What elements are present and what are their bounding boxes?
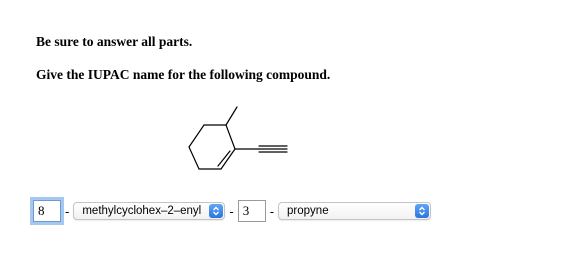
parent-chain-select-value: propyne (287, 205, 329, 217)
hyphen-separator: - (269, 203, 275, 219)
parent-chain-select[interactable]: propyne (278, 202, 432, 220)
hyphen-separator: - (65, 203, 70, 219)
chemical-structure-image (188, 106, 288, 170)
answer-row: - methylcyclohex–2–enyl - - propyne (33, 200, 432, 222)
substituent-select[interactable]: methylcyclohex–2–enyl (73, 202, 226, 220)
locant-input-2[interactable] (237, 200, 266, 222)
up-down-chevron-icon (415, 204, 430, 218)
substituent-select-value: methylcyclohex–2–enyl (82, 205, 202, 217)
locant-input-1[interactable] (33, 200, 61, 222)
methyl-bond (225, 106, 238, 126)
ring-bond (188, 146, 200, 170)
question-prompt: Give the IUPAC name for the following co… (36, 67, 331, 82)
up-down-chevron-icon (209, 204, 224, 218)
ring-bond (188, 124, 205, 148)
instruction-answer-all-parts: Be sure to answer all parts. (36, 34, 193, 49)
ring-bond (225, 124, 236, 150)
hyphen-separator: - (229, 203, 234, 219)
